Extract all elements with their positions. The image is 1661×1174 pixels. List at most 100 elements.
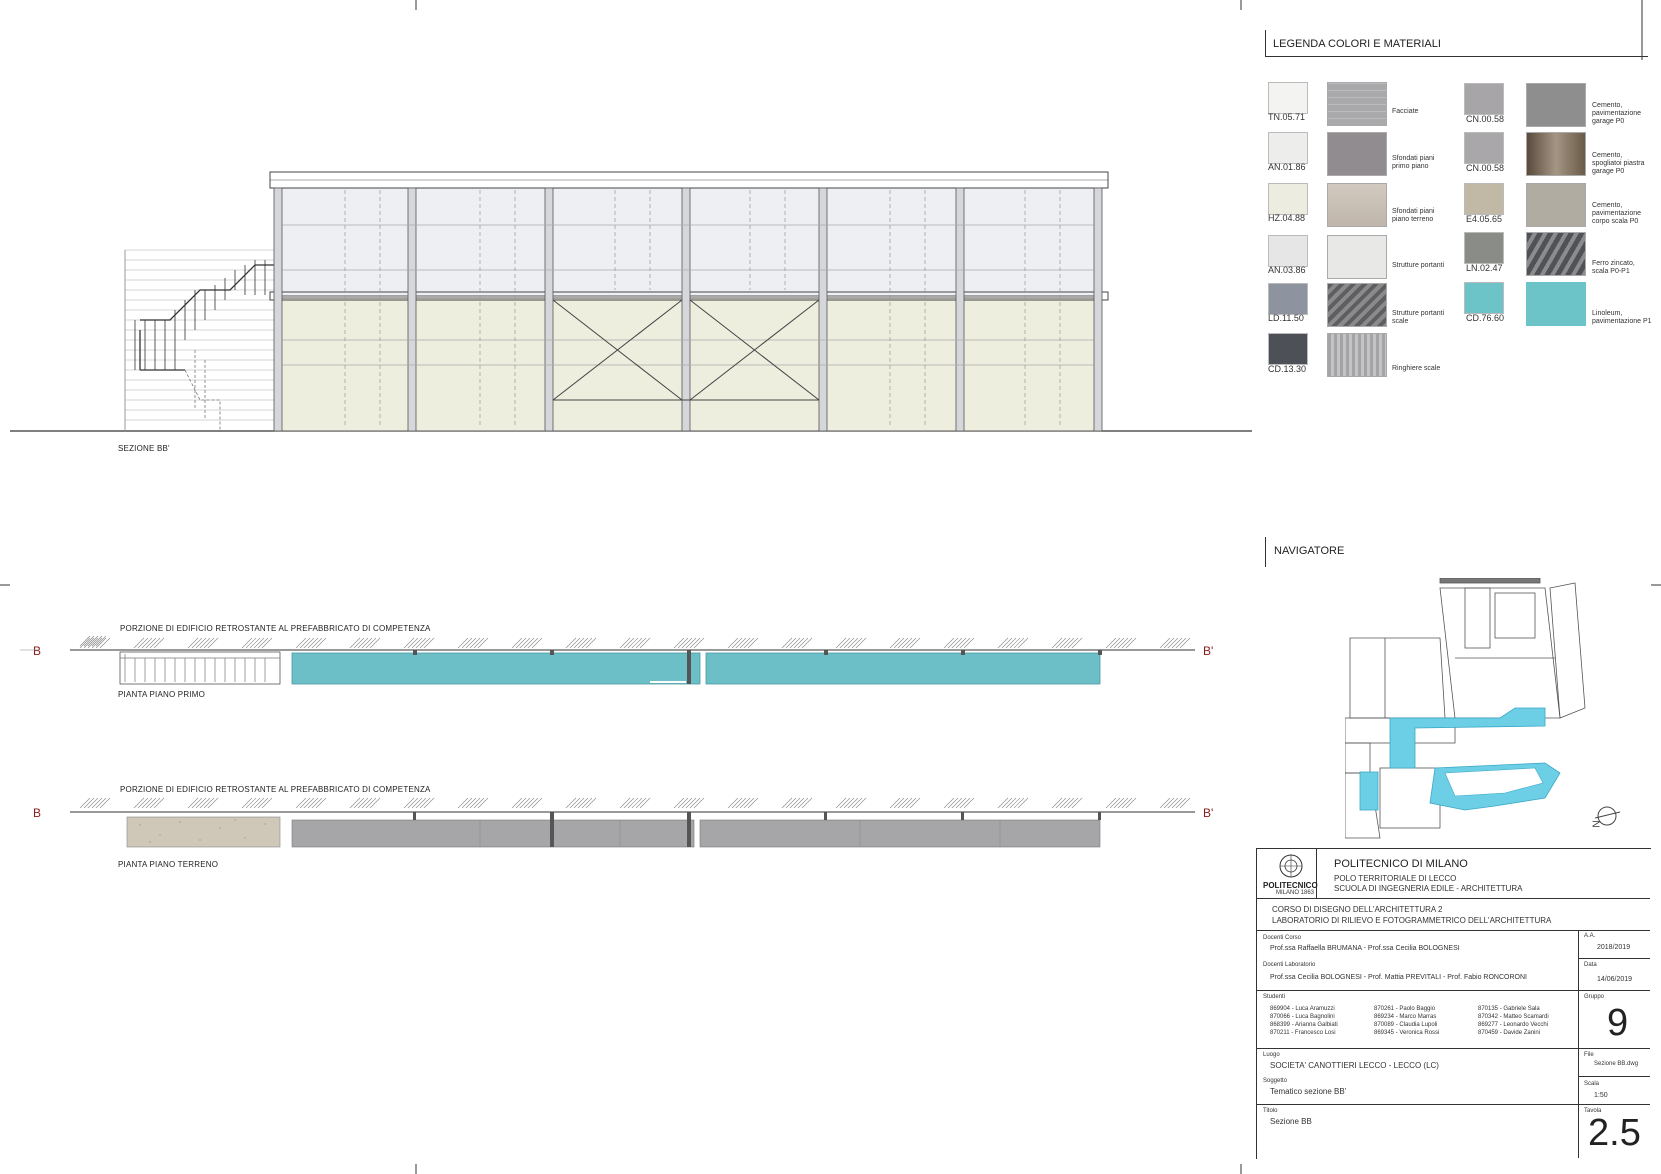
legend-swatch-r1: [1464, 132, 1504, 164]
hatch-stroke: [731, 797, 743, 809]
hatch-stroke: [407, 797, 419, 809]
hatch-stroke: [465, 637, 477, 649]
author-4: 870261 - Paolo Baggio: [1374, 1006, 1436, 1012]
hatch-stroke: [1125, 637, 1137, 649]
hatch-stroke: [1063, 637, 1075, 649]
hatch-stroke: [847, 637, 859, 649]
hatch-stroke: [631, 637, 643, 649]
legend-texture-0: [1327, 82, 1387, 126]
hatch-stroke: [527, 797, 539, 809]
hatch-stroke: [523, 637, 535, 649]
hatch-stroke: [1175, 797, 1187, 809]
university-name: POLITECNICO DI MILANO: [1334, 858, 1468, 870]
hatch-stroke: [191, 637, 203, 649]
hatch-stroke: [473, 637, 485, 649]
hatch-stroke: [307, 797, 319, 809]
hatch-stroke: [207, 637, 219, 649]
hatch-stroke: [245, 797, 257, 809]
hatch-stroke: [133, 637, 145, 649]
hatch-stroke: [1063, 797, 1075, 809]
hatch-stroke: [407, 637, 419, 649]
hatch-stroke: [789, 637, 801, 649]
hatch-stroke: [797, 637, 809, 649]
hatch-stroke: [743, 637, 755, 649]
hatch-stroke: [187, 637, 199, 649]
navigator-title-box: [1265, 537, 1266, 567]
hatch-stroke: [477, 797, 489, 809]
hatch-stroke: [353, 637, 365, 649]
hatch-stroke: [901, 797, 913, 809]
hatch-stroke: [1179, 797, 1191, 809]
hatch-stroke: [1163, 637, 1175, 649]
hatch-stroke: [1059, 637, 1071, 649]
hatch-stroke: [303, 637, 315, 649]
hatch-stroke: [747, 637, 759, 649]
hatch-stroke: [673, 797, 685, 809]
hatch-stroke: [79, 797, 91, 809]
hatch-stroke: [299, 637, 311, 649]
hatch-stroke: [83, 637, 95, 649]
hatch-stroke: [1059, 797, 1071, 809]
legend-material-1: Sfondati piani primo piano: [1392, 155, 1435, 170]
hatch-stroke: [519, 797, 531, 809]
hatch-stroke: [619, 797, 631, 809]
group-value: 9: [1607, 1002, 1629, 1044]
hatch-stroke: [905, 637, 917, 649]
aa-value: 2018/2019: [1597, 944, 1631, 951]
hatch-stroke: [295, 637, 307, 649]
legend-texture-r4: [1526, 282, 1586, 326]
hatch-stroke: [303, 797, 315, 809]
hatch-stroke: [897, 637, 909, 649]
hatch-stroke: [581, 797, 593, 809]
hatch-stroke: [955, 797, 967, 809]
hatch-stroke: [743, 797, 755, 809]
logo-text: POLITECNICO: [1263, 881, 1318, 890]
hatch-stroke: [1109, 637, 1121, 649]
title-block-divider-3: [1256, 990, 1650, 991]
author-9: 870342 - Matteo Scamardi: [1478, 1014, 1549, 1020]
author-1: 870066 - Luca Bagnolini: [1270, 1014, 1335, 1020]
hatch-stroke: [461, 637, 473, 649]
hatch-stroke: [153, 637, 165, 649]
hatch-stroke: [1175, 637, 1187, 649]
legend-texture-r3: [1526, 232, 1586, 276]
hatch-stroke: [1171, 797, 1183, 809]
hatch-stroke: [889, 797, 901, 809]
legend-swatch-3: [1268, 235, 1308, 267]
hatch-stroke: [1067, 797, 1079, 809]
navigator-site-plan: [1345, 578, 1621, 839]
hatch-stroke: [423, 797, 435, 809]
hatch-stroke: [847, 797, 859, 809]
hatch-stroke: [1121, 637, 1133, 649]
hatch-stroke: [889, 637, 901, 649]
hatch-stroke: [1001, 797, 1013, 809]
hatch-stroke: [835, 637, 847, 649]
legend-swatch-2: [1268, 183, 1308, 215]
hatch-stroke: [677, 637, 689, 649]
university-logo-icon: [1279, 854, 1303, 878]
legend-material-4: Strutture portanti scale: [1392, 310, 1445, 325]
hatch-stroke: [465, 797, 477, 809]
authors-label: Studenti: [1263, 994, 1286, 1000]
hatch-stroke: [195, 797, 207, 809]
hatch-stroke: [573, 797, 585, 809]
campus-name: POLO TERRITORIALE DI LECCO: [1334, 874, 1457, 883]
hatch-stroke: [793, 797, 805, 809]
hatch-stroke: [141, 637, 153, 649]
title-block-divider-1: [1256, 898, 1650, 899]
hatch-stroke: [1159, 637, 1171, 649]
hatch-stroke: [457, 797, 469, 809]
legend-material-3: Strutture portanti: [1392, 262, 1445, 269]
hatch-stroke: [569, 797, 581, 809]
titolo-label: Titolo: [1263, 1108, 1278, 1114]
title-block-hsplit-file: [1578, 1076, 1650, 1077]
hatch-stroke: [315, 637, 327, 649]
hatch-stroke: [83, 797, 95, 809]
hatch-stroke: [901, 637, 913, 649]
title-block-vert-1: [1316, 848, 1317, 898]
file-value: Sezione BB.dwg: [1594, 1061, 1639, 1067]
hatch-stroke: [851, 797, 863, 809]
hatch-stroke: [137, 797, 149, 809]
hatch-stroke: [801, 797, 813, 809]
hatch-stroke: [261, 797, 273, 809]
